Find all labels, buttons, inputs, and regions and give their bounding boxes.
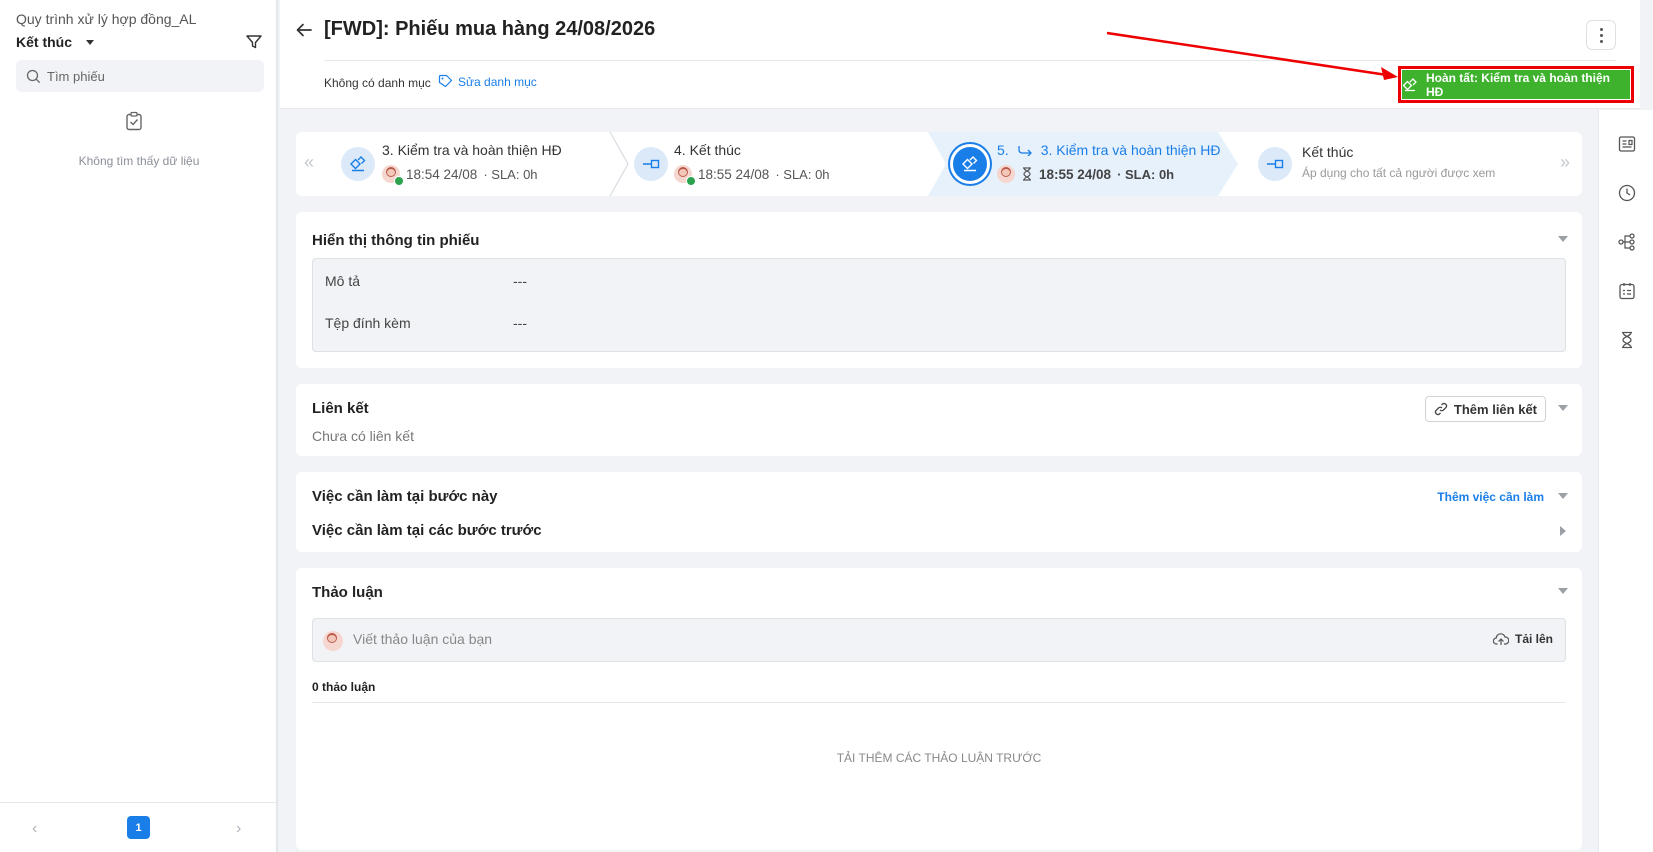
divider — [312, 702, 1566, 703]
workflow-steps-bar: « 3. Kiểm tra và hoàn thiện HĐ 18:54 24/… — [296, 132, 1582, 196]
hourglass-icon[interactable] — [1617, 330, 1637, 350]
step-title: 4. Kết thúc — [674, 142, 741, 158]
workflow-step[interactable]: 4. Kết thúc 18:55 24/08 · SLA: 0h — [634, 132, 914, 196]
workflow-step[interactable]: 3. Kiểm tra và hoàn thiện HĐ 18:54 24/08… — [341, 132, 621, 196]
previous-tasks-title[interactable]: Việc cần làm tại các bước trước — [312, 522, 542, 539]
comment-input[interactable] — [353, 631, 1353, 647]
section-title: Liên kết — [312, 400, 369, 417]
workflow-tree-icon[interactable] — [1617, 232, 1637, 252]
step-title: 3. Kiểm tra và hoàn thiện HĐ — [382, 142, 562, 158]
ticket-info-section: Hiển thị thông tin phiếu Mô tả --- Tệp đ… — [296, 212, 1582, 368]
field-value: --- — [513, 315, 527, 331]
steps-prev-button[interactable]: « — [304, 152, 314, 173]
history-clock-icon[interactable] — [1617, 183, 1637, 203]
filter-icon[interactable] — [245, 33, 263, 51]
search-icon — [26, 69, 41, 83]
field-value: --- — [513, 273, 527, 289]
step-time: 18:55 24/08 — [1039, 166, 1112, 182]
pagination: ‹ 1 › — [0, 802, 276, 852]
page-title: [FWD]: Phiếu mua hàng 24/08/2026 — [324, 18, 656, 40]
collapse-caret-icon[interactable] — [1558, 236, 1568, 242]
collapse-caret-icon[interactable] — [1558, 405, 1568, 411]
ticket-list-sidebar: Quy trình xử lý hợp đồng_AL Kết thúc Khô… — [0, 0, 278, 852]
step-sla: · SLA: 0h — [775, 166, 830, 182]
current-tasks-title[interactable]: Việc cần làm tại bước này — [312, 488, 498, 505]
upload-button[interactable]: Tải lên — [1492, 632, 1553, 646]
edit-category-link[interactable]: Sửa danh mục — [438, 74, 537, 89]
signature-icon — [341, 147, 375, 181]
redirect-arrow-icon — [1018, 146, 1032, 156]
step-time: 18:54 24/08 — [406, 166, 478, 182]
collapse-caret-icon[interactable] — [1558, 493, 1568, 499]
empty-state-text: Không tìm thấy dữ liệu — [78, 154, 200, 168]
back-arrow-icon[interactable] — [294, 20, 314, 40]
signature-icon — [950, 144, 990, 184]
current-page-button[interactable]: 1 — [127, 816, 150, 839]
complete-step-button[interactable]: Hoàn tất: Kiểm tra và hoàn thiện HĐ — [1398, 66, 1634, 103]
details-panel-icon[interactable] — [1617, 134, 1637, 154]
avatar — [674, 165, 696, 186]
more-options-button[interactable] — [1586, 20, 1616, 50]
step-sla: · SLA: 0h — [1117, 166, 1175, 182]
category-label: Không có danh mục — [324, 76, 431, 90]
empty-links-text: Chưa có liên kết — [312, 428, 414, 444]
link-icon — [1434, 402, 1448, 416]
workflow-step[interactable]: Kết thúc Áp dụng cho tất cả người được x… — [1258, 132, 1558, 196]
comment-count: 0 thảo luận — [312, 680, 376, 694]
step-title: Kết thúc — [1302, 144, 1354, 160]
step-time: 18:55 24/08 — [698, 166, 770, 182]
end-icon — [1258, 147, 1292, 181]
discussion-section: Thảo luận Tải lên 0 thảo luận TẢI THÊM C… — [296, 568, 1582, 850]
add-task-link[interactable]: Thêm việc cần làm — [1437, 490, 1544, 504]
links-section: Liên kết Thêm liên kết Chưa có liên kết — [296, 384, 1582, 456]
caret-down-icon — [86, 39, 94, 45]
workflow-step-active[interactable]: 5. 3. Kiểm tra và hoàn thiện HĐ 18:55 24… — [950, 132, 1240, 196]
end-icon — [634, 147, 668, 181]
edit-category-label: Sửa danh mục — [458, 74, 537, 89]
step-title: 3. Kiểm tra và hoàn thiện HĐ — [1040, 142, 1221, 158]
clipboard-check-icon — [126, 111, 142, 131]
field-label: Mô tả — [325, 273, 361, 289]
section-title: Thảo luận — [312, 584, 383, 601]
process-name: Quy trình xử lý hợp đồng_AL — [16, 11, 197, 27]
check-icon — [394, 176, 404, 186]
checklist-icon[interactable] — [1617, 281, 1637, 301]
add-link-label: Thêm liên kết — [1453, 401, 1537, 417]
complete-step-label: Hoàn tất: Kiểm tra và hoàn thiện HĐ — [1425, 70, 1610, 99]
hourglass-icon — [1023, 167, 1031, 181]
add-link-button[interactable]: Thêm liên kết — [1424, 396, 1546, 422]
status-filter-dropdown[interactable]: Kết thúc — [16, 34, 94, 50]
right-tool-rail — [1598, 110, 1653, 852]
header-divider — [324, 60, 1616, 61]
avatar — [997, 165, 1015, 183]
annotation-arrow — [1106, 31, 1398, 80]
status-filter-label: Kết thúc — [16, 34, 72, 50]
section-title: Hiển thị thông tin phiếu — [312, 232, 480, 249]
avatar — [323, 631, 343, 651]
info-fields: Mô tả --- Tệp đính kèm --- — [312, 258, 1566, 352]
step-sla: · SLA: 0h — [483, 166, 538, 182]
tag-icon — [438, 74, 453, 88]
next-page-button[interactable]: › — [236, 820, 241, 838]
upload-label: Tải lên — [1514, 632, 1553, 646]
cloud-upload-icon — [1492, 632, 1509, 645]
avatar — [382, 165, 404, 186]
steps-next-button[interactable]: » — [1560, 152, 1570, 173]
check-icon — [686, 176, 696, 186]
prev-page-button[interactable]: ‹ — [32, 820, 37, 838]
expand-caret-icon[interactable] — [1560, 526, 1566, 536]
search-input[interactable] — [47, 68, 247, 84]
collapse-caret-icon[interactable] — [1558, 588, 1568, 594]
load-more-comments[interactable]: TẢI THÊM CÁC THẢO LUẬN TRƯỚC — [296, 751, 1582, 765]
step-number: 5. — [997, 142, 1009, 158]
step-subtitle: Áp dụng cho tất cả người được xem — [1302, 166, 1496, 180]
step-separator — [609, 132, 629, 196]
field-label: Tệp đính kèm — [325, 315, 411, 331]
comment-composer: Tải lên — [312, 618, 1566, 662]
signature-icon — [1402, 77, 1417, 91]
ticket-search[interactable] — [16, 60, 264, 92]
tasks-section: Việc cần làm tại bước này Thêm việc cần … — [296, 472, 1582, 552]
